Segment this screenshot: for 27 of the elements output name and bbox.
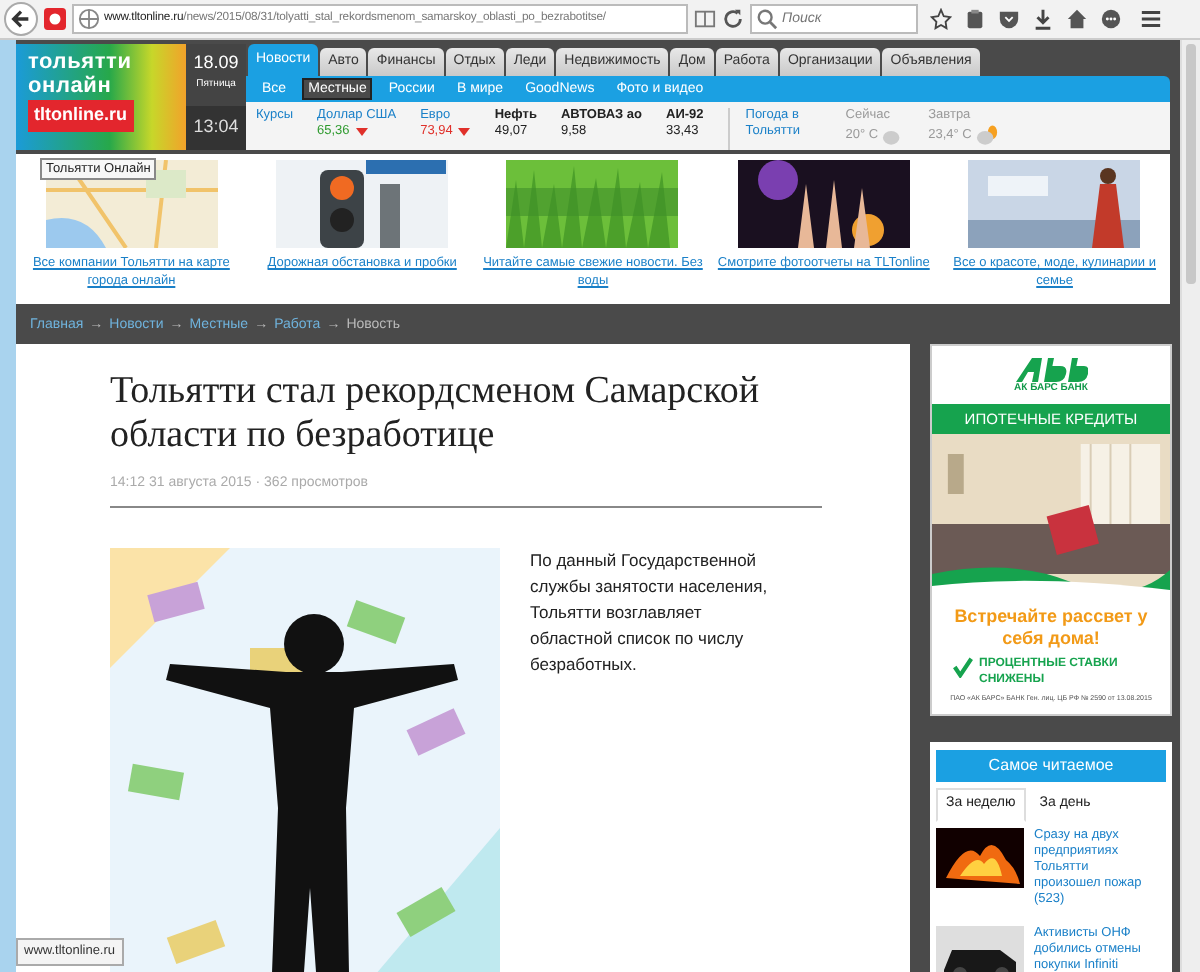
chat-icon[interactable] [1100,8,1122,30]
time-text: 13:04 [193,114,239,140]
bookmark-star-icon[interactable] [930,8,952,30]
reader-view-icon[interactable] [694,8,716,30]
bank-logo-icon [1015,358,1087,382]
ad-slogan: Встречайте рассвет у себя дома! [952,605,1150,650]
reload-icon[interactable] [722,8,744,30]
pocket-icon[interactable] [998,8,1020,30]
article-title: Тольятти стал рекордсменом Самарской области по безработице [110,370,762,458]
sun-cloud-icon [975,124,998,146]
logo-text: онлайн [28,76,114,96]
home-icon[interactable] [1066,8,1088,30]
check-icon [951,655,973,678]
date-text: 18.09 [191,50,241,76]
panel-header: Самое читаемое [936,750,1166,782]
clipboard-icon[interactable] [964,8,986,30]
site-favicon [44,8,66,30]
download-icon[interactable] [1032,8,1054,30]
site-logo[interactable]: тольятти онлайн tltonline.ru [16,44,186,150]
logo-domain: tltonline.ru [28,100,133,131]
back-button[interactable] [4,2,38,36]
back-arrow-icon [10,8,32,30]
menu-icon[interactable] [1140,8,1162,30]
article-lead: По данный Государственной службы занятости населения, Тольятти возглавляет областной список по числу безработных. [530,547,770,678]
scrollbar[interactable] [1180,40,1200,972]
logo-text: тольятти [28,52,134,72]
globe-icon [78,8,100,30]
